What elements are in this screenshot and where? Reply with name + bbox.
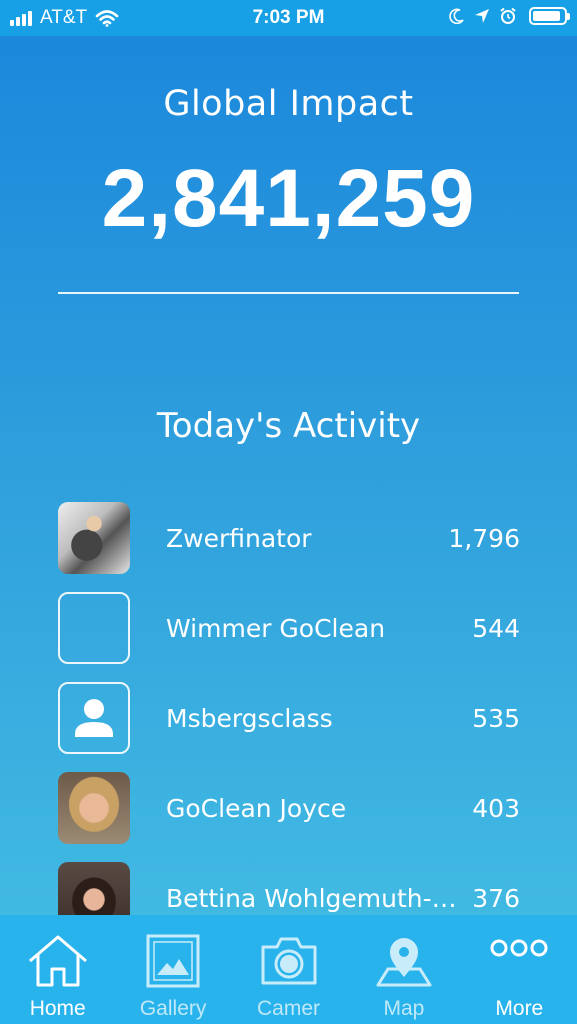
avatar xyxy=(58,502,130,574)
moon-icon xyxy=(449,8,464,24)
tab-label: Map xyxy=(383,997,425,1020)
activity-count: 376 xyxy=(472,884,520,913)
person-icon xyxy=(75,699,113,737)
home-icon xyxy=(28,935,87,987)
alarm-icon xyxy=(500,7,516,24)
activity-row[interactable]: Zwerfinator 1,796 xyxy=(58,502,520,592)
activity-user-name: Wimmer GoClean xyxy=(166,614,386,643)
tab-label: Gallery xyxy=(139,997,207,1020)
activity-list: Zwerfinator 1,796 Wimmer GoClean 544 Msb… xyxy=(58,502,520,952)
global-impact-title: Global Impact xyxy=(163,84,414,124)
gallery-icon xyxy=(146,934,200,988)
status-right xyxy=(440,7,570,25)
location-arrow-icon xyxy=(475,9,489,23)
activity-count: 1,796 xyxy=(448,524,520,553)
tab-home[interactable]: Home xyxy=(0,915,115,1024)
more-icon xyxy=(490,939,548,957)
activity-title: Today's Activity xyxy=(156,406,421,446)
activity-count: 544 xyxy=(472,614,520,643)
activity-count: 535 xyxy=(472,704,520,733)
status-bar: AT&T 7:03 PM xyxy=(0,0,577,36)
battery-tip xyxy=(567,13,570,20)
activity-row[interactable]: Wimmer GoClean 544 xyxy=(58,592,520,682)
tab-map[interactable]: Map xyxy=(346,915,461,1024)
tab-bar: Home Gallery Camer Map More xyxy=(0,915,577,1024)
avatar xyxy=(58,682,130,754)
activity-user-name: Msbergsclass xyxy=(166,704,333,733)
avatar xyxy=(58,592,130,664)
activity-row[interactable]: GoClean Joyce 403 xyxy=(58,772,520,862)
activity-user-name: Bettina Wohlgemuth-… xyxy=(166,884,457,913)
activity-count: 403 xyxy=(472,794,520,823)
divider xyxy=(58,292,519,294)
avatar xyxy=(58,772,130,844)
activity-user-name: GoClean Joyce xyxy=(166,794,347,823)
tab-camera[interactable]: Camer xyxy=(231,915,346,1024)
tab-more[interactable]: More xyxy=(462,915,577,1024)
tab-label: More xyxy=(495,997,544,1020)
camera-icon xyxy=(261,937,317,985)
tab-gallery[interactable]: Gallery xyxy=(115,915,230,1024)
activity-row[interactable]: Msbergsclass 535 xyxy=(58,682,520,772)
tab-label: Home xyxy=(29,997,86,1020)
map-pin-icon xyxy=(376,938,432,987)
battery-fill xyxy=(533,11,560,21)
global-impact-value: 2,841,259 xyxy=(101,153,476,244)
battery-icon xyxy=(529,7,570,25)
activity-user-name: Zwerfinator xyxy=(166,524,312,553)
tab-label: Camer xyxy=(257,997,321,1020)
